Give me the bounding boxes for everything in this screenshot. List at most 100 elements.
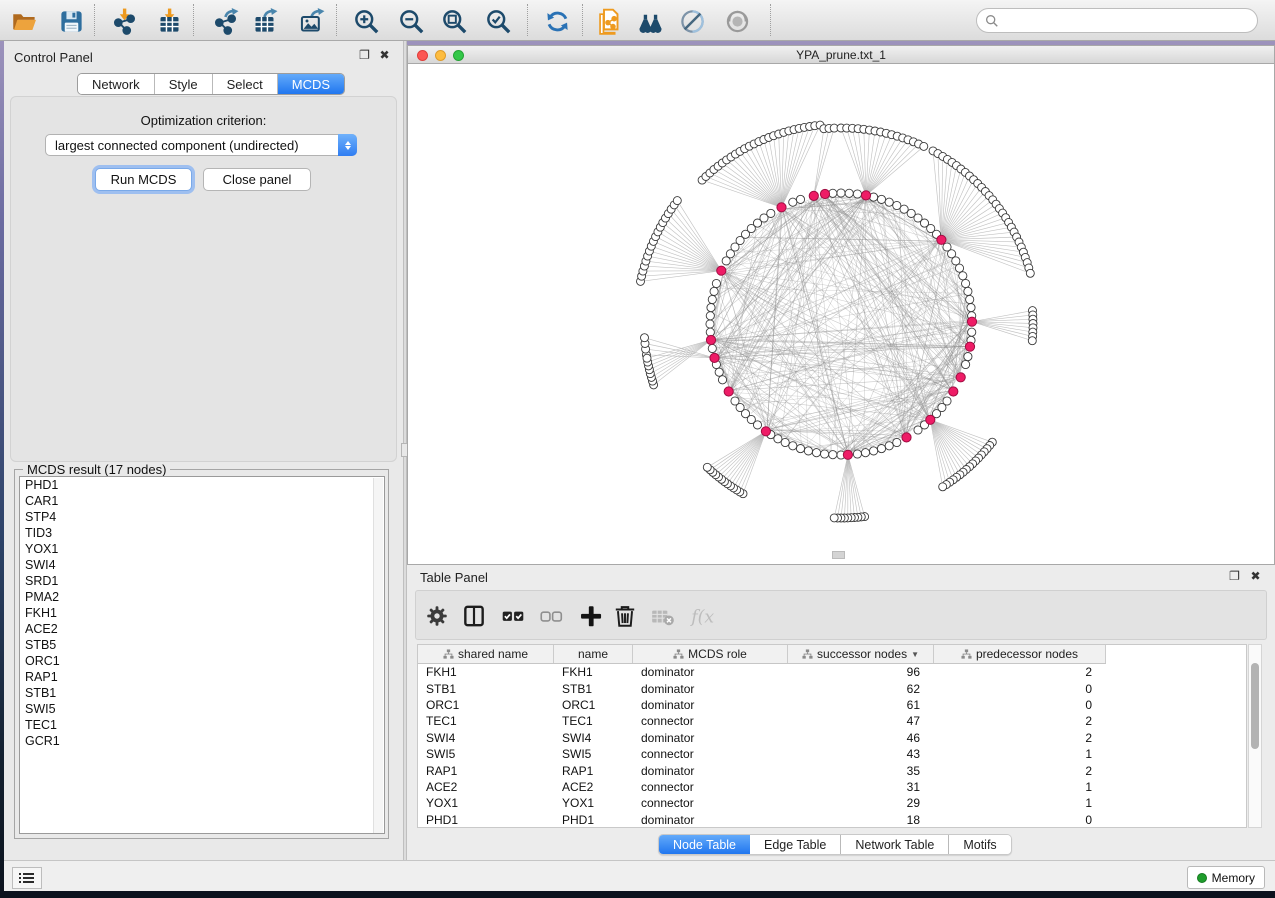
mcds-result-item[interactable]: SWI4 [20, 557, 384, 573]
mcds-result-item[interactable]: ACE2 [20, 621, 384, 637]
control-panel-tabs: NetworkStyleSelectMCDS [77, 73, 345, 95]
cell-MCDS-role: dominator [633, 731, 788, 745]
mcds-result-item[interactable]: STB1 [20, 685, 384, 701]
memory-button[interactable]: Memory [1187, 866, 1265, 889]
close-panel-icon[interactable]: ✖ [378, 49, 391, 62]
function-icon: f(x) [688, 603, 714, 629]
zoom-out-button[interactable] [396, 6, 426, 36]
table-row[interactable]: SWI5SWI5connector431 [418, 746, 1246, 762]
table-row[interactable]: ACE2ACE2connector311 [418, 779, 1246, 795]
column-header-MCDS-role[interactable]: MCDS role [633, 645, 788, 663]
node-table[interactable]: shared namenameMCDS rolesuccessor nodes▼… [417, 644, 1247, 828]
delete-button[interactable] [610, 601, 640, 631]
column-header-successor-nodes[interactable]: successor nodes▼ [788, 645, 934, 663]
refresh-button[interactable] [542, 6, 572, 36]
tab-mcds[interactable]: MCDS [278, 74, 344, 94]
tab-network[interactable]: Network [78, 74, 155, 94]
mcds-result-item[interactable]: STP4 [20, 509, 384, 525]
column-namespace-icon [802, 649, 813, 660]
mcds-result-item[interactable]: RAP1 [20, 669, 384, 685]
network-file-button[interactable] [593, 6, 623, 36]
optimization-criterion-select[interactable]: largest connected component (undirected) [45, 134, 357, 156]
find-button[interactable] [635, 6, 665, 36]
mcds-result-item[interactable]: PMA2 [20, 589, 384, 605]
add-button[interactable] [576, 601, 606, 631]
column-header-name[interactable]: name [554, 645, 633, 663]
zoom-fit-icon [441, 8, 468, 35]
table-row[interactable]: FKH1FKH1dominator962 [418, 664, 1246, 680]
table-row[interactable]: SWI4SWI4dominator462 [418, 730, 1246, 746]
network-window-titlebar[interactable]: YPA_prune.txt_1 [408, 46, 1274, 64]
mcds-list-scrollbar[interactable] [373, 478, 383, 834]
table-row[interactable]: TEC1TEC1connector472 [418, 713, 1246, 729]
table-row[interactable]: RAP1RAP1dominator352 [418, 762, 1246, 778]
columns-button[interactable] [459, 601, 489, 631]
mcds-result-item[interactable]: CAR1 [20, 493, 384, 509]
table-row[interactable]: YOX1YOX1connector291 [418, 795, 1246, 811]
mcds-result-title: MCDS result (17 nodes) [23, 462, 170, 477]
mcds-result-item[interactable]: TID3 [20, 525, 384, 541]
import-table-icon [156, 8, 183, 35]
deselect-all-button[interactable] [536, 601, 566, 631]
network-view[interactable] [408, 64, 1274, 561]
mcds-result-item[interactable]: GCR1 [20, 733, 384, 749]
mcds-result-group: MCDS result (17 nodes) PHD1CAR1STP4TID3Y… [14, 469, 389, 839]
table-panel-title: Table Panel [420, 570, 488, 585]
zoom-selected-button[interactable] [483, 6, 513, 36]
mcds-result-item[interactable]: SRD1 [20, 573, 384, 589]
network-graph[interactable] [408, 64, 1274, 561]
cell-shared-name: YOX1 [418, 796, 554, 810]
table-scrollbar-thumb[interactable] [1251, 663, 1259, 749]
tab-edge-table[interactable]: Edge Table [750, 835, 841, 854]
select-all-button[interactable] [498, 601, 528, 631]
control-panel: Control Panel ❐ ✖ NetworkStyleSelectMCDS… [4, 41, 403, 891]
close-table-panel-icon[interactable]: ✖ [1249, 570, 1262, 583]
import-network-button[interactable] [109, 6, 139, 36]
column-header-shared-name[interactable]: shared name [418, 645, 554, 663]
close-panel-button[interactable]: Close panel [203, 168, 311, 191]
zoom-fit-button[interactable] [439, 6, 469, 36]
mcds-result-item[interactable]: YOX1 [20, 541, 384, 557]
toolbar-separator [527, 4, 528, 36]
mcds-result-item[interactable]: TEC1 [20, 717, 384, 733]
mcds-result-item[interactable]: STB5 [20, 637, 384, 653]
import-table-button[interactable] [154, 6, 184, 36]
float-panel-icon[interactable]: ❐ [358, 49, 371, 62]
export-image-button[interactable] [296, 6, 326, 36]
tab-node-table[interactable]: Node Table [659, 835, 750, 854]
column-header-predecessor-nodes[interactable]: predecessor nodes [934, 645, 1106, 663]
table-scrollbar[interactable] [1248, 644, 1262, 828]
hide-graphics-details-button[interactable] [677, 6, 707, 36]
table-header-row: shared namenameMCDS rolesuccessor nodes▼… [418, 645, 1106, 664]
cell-successor-nodes: 35 [788, 764, 934, 778]
export-table-button[interactable] [249, 6, 279, 36]
mcds-result-item[interactable]: FKH1 [20, 605, 384, 621]
cell-shared-name: TEC1 [418, 714, 554, 728]
task-menu-button[interactable] [12, 867, 42, 889]
mcds-result-item[interactable]: PHD1 [20, 477, 384, 493]
toolbar-separator [582, 4, 583, 36]
tab-motifs[interactable]: Motifs [949, 835, 1010, 854]
mcds-result-item[interactable]: SWI5 [20, 701, 384, 717]
cell-successor-nodes: 61 [788, 698, 934, 712]
table-row[interactable]: ORC1ORC1dominator610 [418, 697, 1246, 713]
open-folder-button[interactable] [9, 6, 39, 36]
show-graphics-details-button[interactable] [722, 6, 752, 36]
cell-name: STB1 [554, 682, 633, 696]
export-network-icon [212, 8, 239, 35]
search-input[interactable] [976, 8, 1258, 33]
float-table-panel-icon[interactable]: ❐ [1228, 570, 1241, 583]
network-view-handle[interactable] [832, 551, 845, 559]
gear-button[interactable] [422, 601, 452, 631]
export-network-button[interactable] [210, 6, 240, 36]
tab-select[interactable]: Select [213, 74, 278, 94]
mcds-result-list[interactable]: PHD1CAR1STP4TID3YOX1SWI4SRD1PMA2FKH1ACE2… [19, 476, 385, 834]
table-row[interactable]: PHD1PHD1dominator180 [418, 812, 1246, 828]
zoom-in-button[interactable] [351, 6, 381, 36]
tab-network-table[interactable]: Network Table [841, 835, 949, 854]
table-row[interactable]: STB1STB1dominator620 [418, 680, 1246, 696]
mcds-result-item[interactable]: ORC1 [20, 653, 384, 669]
save-button[interactable] [56, 6, 86, 36]
tab-style[interactable]: Style [155, 74, 213, 94]
run-mcds-button[interactable]: Run MCDS [95, 168, 192, 191]
